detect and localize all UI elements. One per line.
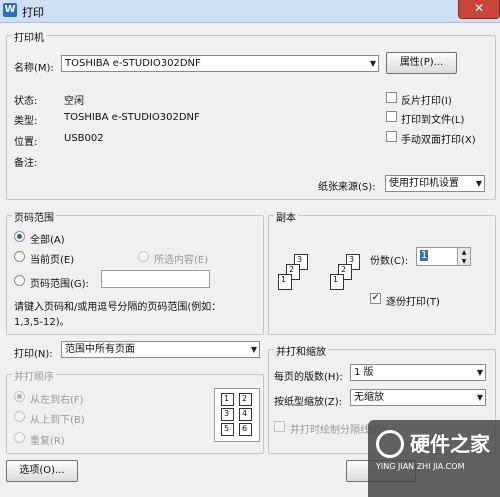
zoom-group-label: 并打和缩放 [274, 343, 328, 358]
copies-count-input[interactable]: 1 ▲ ▼ [416, 247, 471, 266]
options-button[interactable]: 选项(O)... [6, 460, 78, 482]
page-range-hint-line1: 请键入页码和/或用逗号分隔的页码范围(例如： [14, 302, 222, 313]
printer-properties-button[interactable]: 属性(P)... [386, 52, 457, 74]
title-bar [0, 0, 500, 23]
scale-to-paper-value: 无缩放 [354, 392, 384, 403]
order-repeat-radio[interactable] [14, 432, 25, 443]
page-range-selection-radio[interactable] [138, 251, 149, 262]
watermark-logo-icon [376, 430, 404, 458]
page-range-pages-label: 页码范围(G): [30, 279, 89, 290]
chevron-down-icon: ▼ [475, 179, 482, 188]
printer-group-label: 打印机 [12, 29, 46, 44]
order-top-bottom-label: 从上到下(B) [30, 415, 85, 426]
watermark-subtext: YING JIAN ZHI JIA.COM [376, 462, 465, 471]
spinner-down-icon[interactable]: ▼ [458, 257, 470, 266]
page-range-pages-radio[interactable] [14, 275, 25, 286]
type-label: 类型: [14, 116, 38, 127]
chevron-down-icon: ▼ [476, 393, 483, 402]
manual-duplex-label: 手动双面打印(X) [401, 135, 476, 146]
page-range-selection-label: 所选内容(E) [154, 255, 209, 266]
mirror-print-checkbox[interactable] [386, 92, 397, 103]
status-value: 空闲 [64, 96, 84, 107]
type-value: TOSHIBA e-STUDIO302DNF [64, 112, 200, 123]
print-what-value: 范围中所有页面 [65, 344, 135, 355]
manual-duplex-checkbox[interactable] [386, 131, 397, 142]
order-left-right-radio[interactable] [14, 391, 25, 402]
comment-label: 备注: [14, 158, 38, 169]
scale-to-paper-select[interactable]: 无缩放 ▼ [350, 389, 486, 406]
paper-source-value: 使用打印机设置 [389, 178, 459, 189]
app-logo-icon: W [3, 3, 17, 17]
printer-name-select[interactable]: TOSHIBA e-STUDIO302DNF ▼ [61, 55, 379, 72]
copies-count-label: 份数(C): [370, 256, 409, 267]
order-left-right-label: 从左到右(F) [30, 395, 84, 406]
paper-source-label: 纸张来源(S): [318, 182, 376, 193]
print-to-file-checkbox[interactable] [386, 111, 397, 122]
spinner-up-icon[interactable]: ▲ [458, 248, 470, 257]
collate-label: 逐份打印(T) [386, 297, 440, 308]
page-range-input[interactable] [101, 270, 210, 288]
print-order-group-label: 并打顺序 [12, 368, 56, 383]
page-range-group-label: 页码范围 [12, 209, 56, 224]
draw-borders-checkbox[interactable] [274, 421, 285, 432]
page-range-all-radio[interactable] [14, 231, 25, 242]
pages-per-sheet-label: 每页的版数(H): [274, 372, 343, 383]
chevron-down-icon: ▼ [369, 59, 376, 68]
copies-count-value: 1 [420, 250, 429, 261]
chevron-down-icon: ▼ [250, 345, 257, 354]
printer-name-value: TOSHIBA e-STUDIO302DNF [65, 58, 201, 69]
order-top-bottom-radio[interactable] [14, 411, 25, 422]
order-repeat-label: 重复(R) [30, 436, 65, 447]
page-range-hint-line2: 1,3,5-12)。 [14, 317, 70, 328]
collated-pages-icon: 3 2 1 [330, 254, 366, 300]
print-what-select[interactable]: 范围中所有页面 ▼ [61, 341, 260, 358]
paper-source-select[interactable]: 使用打印机设置 ▼ [385, 175, 485, 192]
watermark-text: 硬件之家 [410, 432, 490, 456]
uncollated-pages-icon: 3 2 1 [278, 254, 314, 300]
order-preview: 1 2 3 4 5 6 [214, 388, 260, 442]
page-range-all-label: 全部(A) [30, 235, 65, 246]
pages-per-sheet-select[interactable]: 1 版 ▼ [350, 364, 486, 381]
copies-group-label: 副本 [274, 209, 298, 224]
location-label: 位置: [14, 137, 38, 148]
copies-spinner[interactable]: ▲ ▼ [457, 248, 470, 265]
close-button[interactable]: ✕ [458, 0, 500, 19]
scale-to-paper-label: 按纸型缩放(Z): [274, 397, 343, 408]
pages-per-sheet-value: 1 版 [354, 367, 374, 378]
location-value: USB002 [64, 133, 104, 144]
collate-checkbox[interactable]: ✔ [370, 293, 381, 304]
chevron-down-icon: ▼ [476, 368, 483, 377]
print-to-file-label: 打印到文件(L) [401, 115, 465, 126]
print-what-label: 打印(N): [14, 349, 53, 360]
printer-name-label: 名称(M): [14, 63, 54, 74]
status-label: 状态: [14, 96, 38, 107]
page-range-current-radio[interactable] [14, 251, 25, 262]
page-range-current-label: 当前页(E) [30, 255, 75, 266]
window-title: 打印 [22, 6, 44, 19]
watermark-overlay: 硬件之家 YING JIAN ZHI JIA.COM [368, 420, 500, 497]
mirror-print-label: 反片打印(I) [401, 96, 452, 107]
